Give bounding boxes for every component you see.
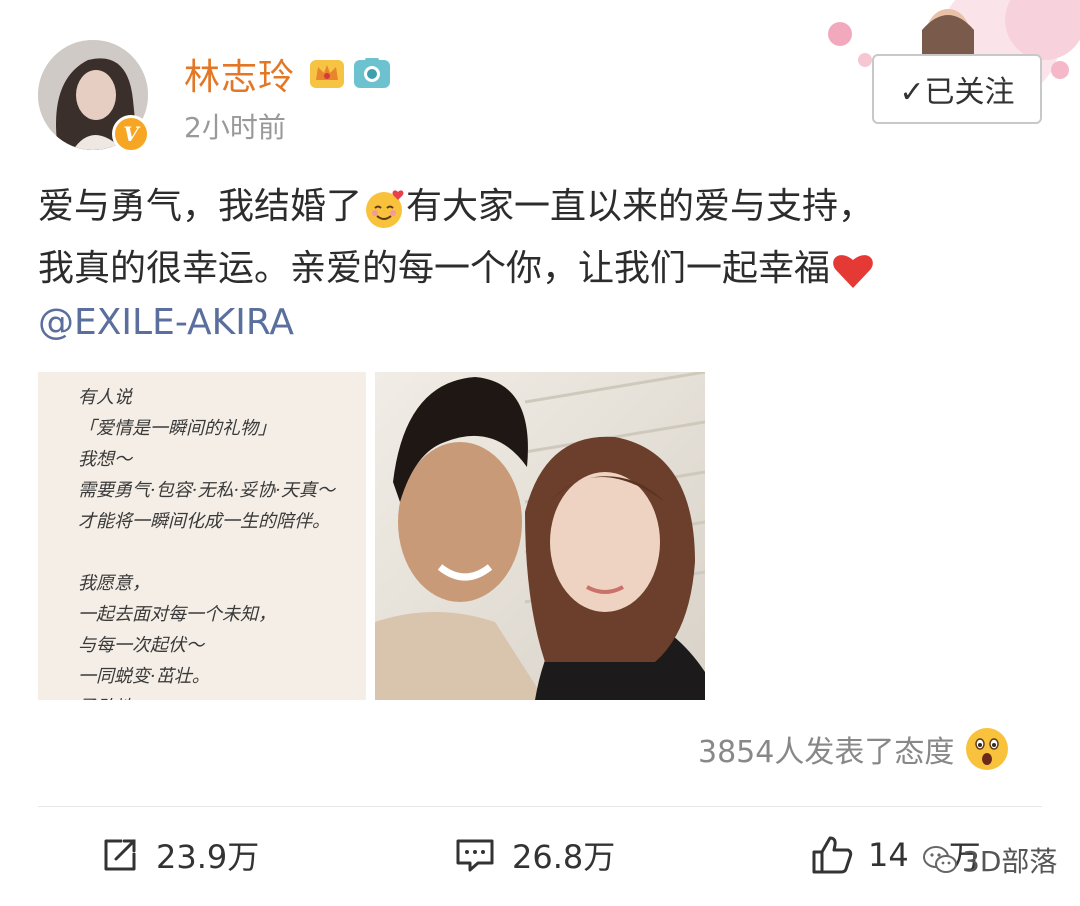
like-count: 14 bbox=[868, 836, 909, 874]
blushing-face-hearts-icon bbox=[366, 190, 404, 228]
letter-line: 「爱情是一瞬间的礼物」 bbox=[78, 418, 276, 439]
red-heart-icon bbox=[833, 255, 873, 288]
surprised-face-icon bbox=[966, 728, 1009, 770]
comment-button[interactable]: 26.8万 bbox=[454, 832, 615, 878]
letter-line: 我想～ bbox=[78, 449, 132, 470]
username[interactable]: 林志玲 bbox=[184, 48, 295, 100]
reaction-summary[interactable]: 3854人发表了态度 bbox=[698, 726, 1010, 772]
letter-line: 勇敢地： bbox=[78, 692, 366, 700]
letter-line bbox=[78, 537, 366, 568]
divider bbox=[38, 806, 1042, 807]
couple-photo[interactable] bbox=[375, 372, 705, 700]
post-text-line1: 爱与勇气，我结婚了 bbox=[38, 186, 363, 227]
letter-line: 我愿意， bbox=[78, 573, 150, 594]
post-text: 爱与勇气，我结婚了 有大家一直以来的爱与支持， 我真的很幸运。亲爱的每一个你，让… bbox=[38, 176, 1048, 300]
repost-count: 23.9万 bbox=[156, 838, 260, 876]
mention-link[interactable]: @EXILE-AKIRA bbox=[38, 302, 294, 343]
letter-line: 与每一次起伏～ bbox=[78, 635, 204, 656]
letter-line: 有人说 bbox=[78, 387, 132, 408]
letter-line: 需要勇气·包容·无私·妥协·天真～ bbox=[78, 480, 335, 501]
camera-icon[interactable] bbox=[352, 56, 392, 90]
wechat-icon bbox=[923, 846, 957, 873]
comment-icon bbox=[456, 839, 494, 872]
post-text-line1b: 有大家一直以来的爱与支持， bbox=[406, 186, 875, 227]
letter-line: 一起去面对每一个未知， bbox=[78, 604, 276, 625]
watermark-text: 3D部落 bbox=[962, 845, 1058, 878]
followed-button[interactable]: ✓已关注 bbox=[872, 54, 1042, 124]
letter-line: 一同蜕变·茁壮。 bbox=[78, 666, 210, 687]
repost-button[interactable]: 23.9万 bbox=[100, 832, 259, 878]
post-timestamp: 2小时前 bbox=[184, 111, 286, 144]
watermark: 3D部落 bbox=[922, 840, 1057, 880]
thumbs-up-icon bbox=[812, 836, 853, 874]
post-text-line2: 我真的很幸运。亲爱的每一个你，让我们一起幸福 bbox=[38, 248, 831, 289]
letter-image[interactable]: 有人说 「爱情是一瞬间的礼物」 我想～ 需要勇气·包容·无私·妥协·天真～ 才能… bbox=[38, 372, 366, 700]
comment-count: 26.8万 bbox=[512, 838, 616, 876]
reaction-count: 3854人发表了态度 bbox=[698, 735, 955, 770]
share-icon bbox=[104, 839, 136, 871]
letter-line: 才能将一瞬间化成一生的陪伴。 bbox=[78, 511, 330, 532]
verified-badge-icon: V bbox=[112, 115, 150, 153]
crown-icon[interactable] bbox=[308, 56, 346, 90]
